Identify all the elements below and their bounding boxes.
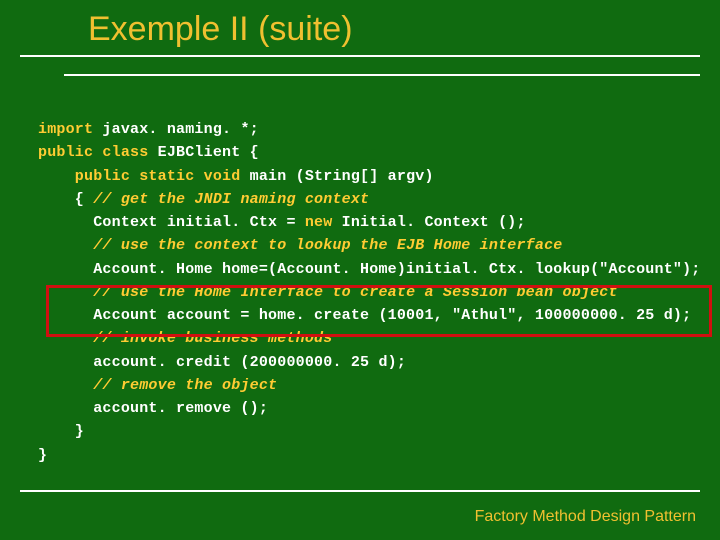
code-text: Account account = home. create (10001, "… bbox=[38, 307, 691, 324]
code-comment: // invoke business methods bbox=[93, 330, 332, 347]
code-keyword: public static void bbox=[38, 168, 240, 185]
code-comment: // get the JNDI naming context bbox=[93, 191, 369, 208]
code-text bbox=[38, 284, 93, 301]
code-comment: // remove the object bbox=[93, 377, 277, 394]
footer-rule bbox=[20, 490, 700, 492]
code-block: import javax. naming. *; public class EJ… bbox=[38, 118, 698, 467]
code-text bbox=[38, 237, 93, 254]
code-text: } bbox=[38, 423, 84, 440]
code-text: Initial. Context (); bbox=[332, 214, 525, 231]
title-area: Exemple II (suite) bbox=[0, 0, 720, 55]
title-underline bbox=[20, 55, 700, 57]
code-comment: // use the context to lookup the EJB Hom… bbox=[93, 237, 562, 254]
code-text: EJBClient { bbox=[148, 144, 258, 161]
code-comment: // use the Home Interface to create a Se… bbox=[93, 284, 617, 301]
footer-label: Factory Method Design Pattern bbox=[475, 508, 696, 526]
code-text bbox=[38, 330, 93, 347]
code-text: } bbox=[38, 447, 47, 464]
header-rule bbox=[64, 74, 700, 76]
code-text bbox=[38, 377, 93, 394]
code-text: Account. Home home=(Account. Home)initia… bbox=[38, 261, 701, 278]
code-keyword: import bbox=[38, 121, 93, 138]
code-text: account. remove (); bbox=[38, 400, 268, 417]
code-text: account. credit (200000000. 25 d); bbox=[38, 354, 406, 371]
code-text: javax. naming. *; bbox=[93, 121, 259, 138]
code-keyword: public class bbox=[38, 144, 148, 161]
page-title: Exemple II (suite) bbox=[88, 10, 720, 55]
slide: Exemple II (suite) import javax. naming.… bbox=[0, 0, 720, 540]
code-text: { bbox=[38, 191, 93, 208]
code-text: Context initial. Ctx = bbox=[38, 214, 305, 231]
code-keyword: new bbox=[305, 214, 333, 231]
code-text: main (String[] argv) bbox=[240, 168, 433, 185]
